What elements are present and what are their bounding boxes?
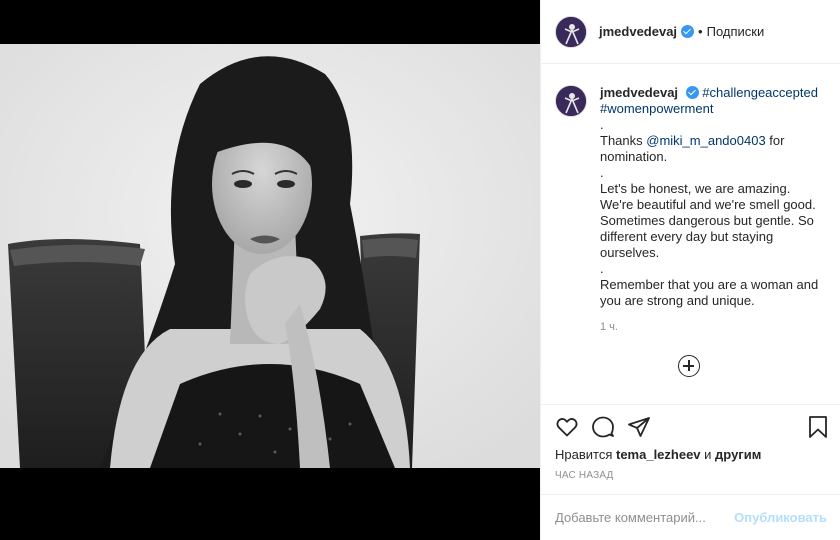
letterbox-top bbox=[0, 0, 540, 44]
mention-link[interactable]: @miki_m_ando0403 bbox=[646, 133, 765, 148]
caption-row: jmedvedevaj #challengeaccepted #womenpow… bbox=[555, 85, 827, 309]
avatar-figure-icon bbox=[556, 16, 586, 47]
liked-by-suffix: и bbox=[700, 447, 716, 462]
liked-by: Нравится tema_lezheev и другим bbox=[555, 447, 761, 462]
post-actions: Нравится tema_lezheev и другим час назад bbox=[541, 404, 840, 494]
following-button[interactable]: Подписки bbox=[707, 24, 765, 39]
comment-input[interactable] bbox=[555, 510, 735, 525]
username-link[interactable]: jmedvedevaj bbox=[599, 24, 677, 39]
verified-badge-icon bbox=[685, 86, 699, 99]
liked-by-user-link[interactable]: tema_lezheev bbox=[616, 447, 701, 462]
avatar-figure-icon bbox=[556, 86, 586, 116]
heart-icon[interactable] bbox=[555, 415, 579, 439]
caption-thanks-prefix: Thanks bbox=[600, 133, 647, 148]
letterbox-bottom bbox=[0, 468, 540, 540]
comment-form: Опубликовать bbox=[541, 494, 840, 540]
post-sidebar: jmedvedevaj • Подписки jmedvedevaj #chal… bbox=[540, 0, 840, 540]
caption-paragraph: Let's be honest, we are amazing. We're b… bbox=[600, 181, 816, 260]
caption-avatar[interactable] bbox=[555, 85, 587, 117]
load-more-comments-icon[interactable] bbox=[678, 355, 700, 377]
post-timestamp[interactable]: час назад bbox=[555, 470, 614, 481]
publish-button[interactable]: Опубликовать bbox=[734, 510, 827, 525]
separator-dot: • bbox=[698, 24, 703, 39]
caption-paragraph: Remember that you are a woman and you ar… bbox=[600, 277, 819, 308]
post-photo[interactable] bbox=[0, 44, 540, 468]
portrait-illustration bbox=[0, 44, 540, 468]
liked-by-prefix: Нравится bbox=[555, 447, 616, 462]
comment-icon[interactable] bbox=[591, 415, 615, 439]
bookmark-icon[interactable] bbox=[807, 415, 829, 439]
post-header: jmedvedevaj • Подписки bbox=[541, 0, 840, 64]
caption-timestamp: 1 ч. bbox=[600, 321, 618, 333]
action-icons bbox=[553, 415, 833, 441]
hashtag-link[interactable]: #challengeaccepted bbox=[702, 85, 818, 100]
verified-badge-icon bbox=[681, 25, 695, 38]
caption-username[interactable]: jmedvedevaj bbox=[600, 85, 678, 100]
caption-dot: . bbox=[600, 261, 604, 276]
caption-text: jmedvedevaj #challengeaccepted #womenpow… bbox=[600, 85, 827, 309]
caption-dot: . bbox=[600, 165, 604, 180]
paper-plane-icon[interactable] bbox=[627, 415, 651, 439]
post-media[interactable] bbox=[0, 0, 540, 540]
avatar[interactable] bbox=[555, 15, 587, 48]
caption-dot: . bbox=[600, 117, 604, 132]
caption-area: jmedvedevaj #challengeaccepted #womenpow… bbox=[541, 65, 840, 405]
hashtag-link[interactable]: #womenpowerment bbox=[600, 101, 713, 116]
liked-by-others-link[interactable]: другим bbox=[715, 447, 761, 462]
